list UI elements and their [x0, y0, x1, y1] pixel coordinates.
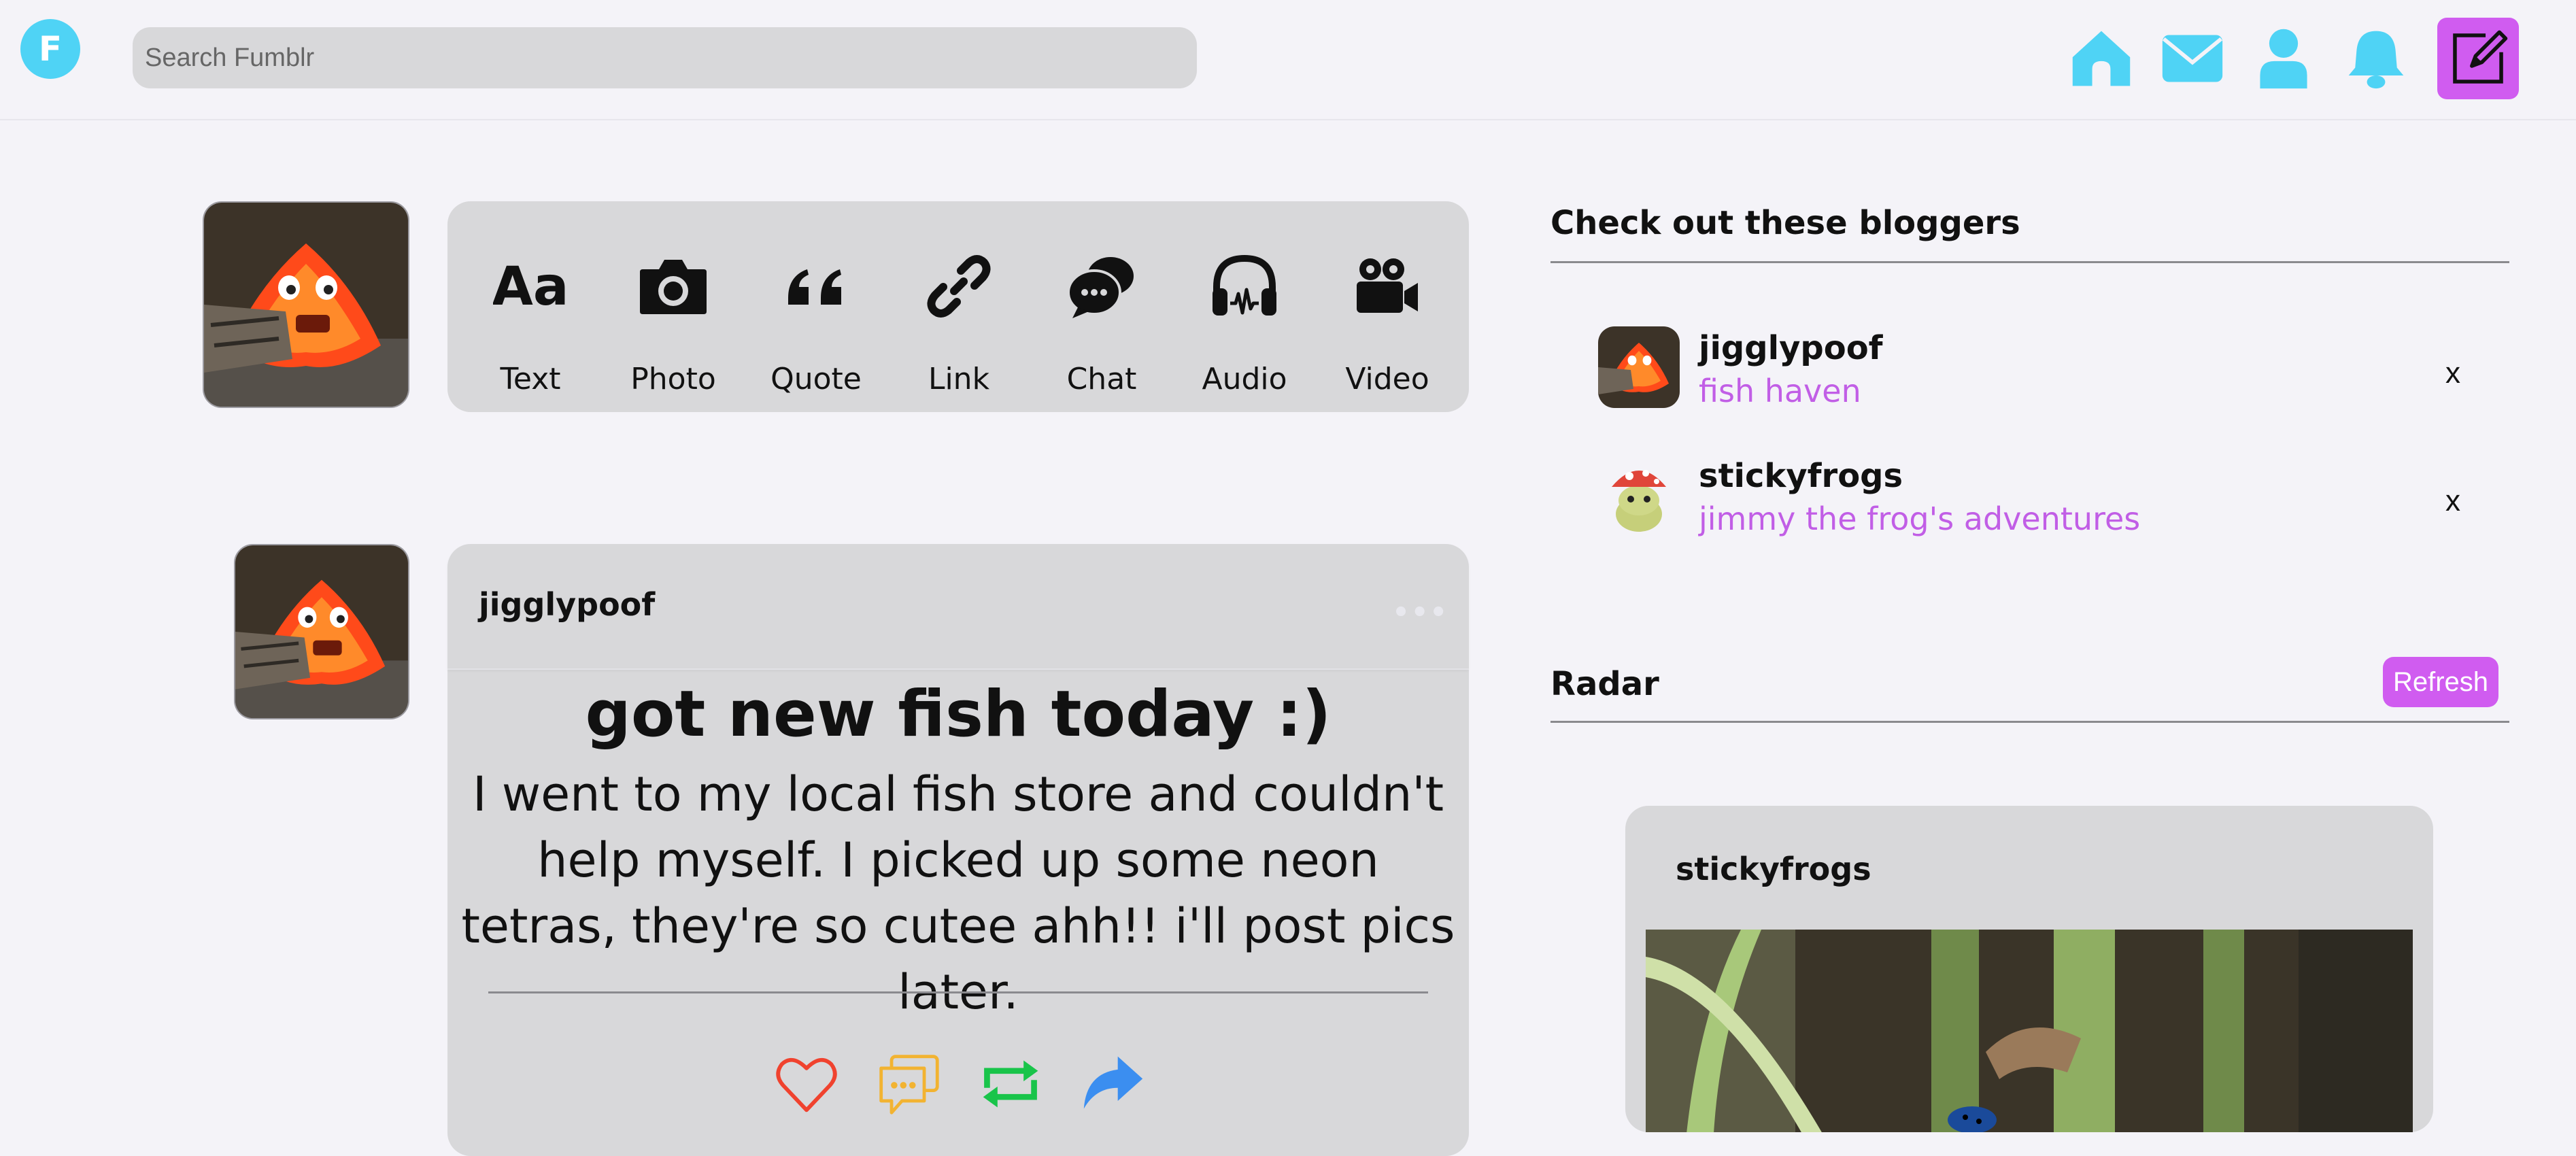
bloggers-divider [1550, 261, 2509, 263]
video-camera-icon [1350, 249, 1425, 324]
reblog-icon[interactable] [978, 1051, 1043, 1117]
post-header: jigglypoof ••• [447, 544, 1469, 670]
blogger-avatar[interactable] [1598, 326, 1680, 408]
headphones-icon [1207, 249, 1282, 324]
chat-icon [1064, 249, 1139, 324]
post-author-avatar[interactable] [234, 544, 409, 719]
user-icon[interactable] [2251, 26, 2316, 91]
svg-text:Aa: Aa [493, 256, 568, 318]
search-input[interactable] [133, 27, 1197, 88]
mail-icon[interactable] [2160, 26, 2225, 91]
post-type-text[interactable]: Aa Text [462, 201, 598, 412]
home-icon[interactable] [2069, 26, 2134, 91]
post-author-name[interactable]: jigglypoof [479, 586, 655, 623]
radar-divider [1550, 721, 2509, 723]
blogger-blog-title[interactable]: fish haven [1699, 373, 1861, 409]
dismiss-blogger-button[interactable]: x [2445, 356, 2460, 390]
more-options-button[interactable]: ••• [1392, 597, 1448, 628]
fumblr-logo[interactable]: F [20, 19, 80, 79]
bloggers-section-title: Check out these bloggers [1550, 204, 2020, 242]
text-icon: Aa [493, 249, 568, 324]
post-type-quote[interactable]: Quote [748, 201, 884, 412]
blogger-blog-title[interactable]: jimmy the frog's adventures [1699, 500, 2140, 537]
heart-icon[interactable] [774, 1051, 839, 1117]
compose-button[interactable] [2437, 18, 2519, 99]
user-avatar[interactable] [203, 201, 409, 408]
post-type-photo[interactable]: Photo [605, 201, 741, 412]
blogger-name[interactable]: stickyfrogs [1699, 457, 1903, 495]
post-type-audio[interactable]: Audio [1176, 201, 1312, 412]
post-title: got new fish today :) [585, 677, 1332, 751]
post-type-chat[interactable]: Chat [1034, 201, 1170, 412]
quote-icon [779, 249, 853, 324]
radar-section-title: Radar [1550, 665, 1659, 703]
dismiss-blogger-button[interactable]: x [2445, 484, 2460, 518]
post-card: jigglypoof ••• got new fish today :) I w… [447, 544, 1469, 1156]
radar-post-author[interactable]: stickyfrogs [1676, 851, 1871, 887]
blogger-name[interactable]: jigglypoof [1699, 329, 1883, 367]
post-type-link[interactable]: Link [891, 201, 1027, 412]
camera-icon [636, 249, 711, 324]
radar-post-image[interactable] [1646, 930, 2413, 1132]
bell-icon[interactable] [2343, 26, 2409, 91]
comment-icon[interactable] [876, 1051, 941, 1117]
blogger-avatar[interactable] [1598, 454, 1680, 536]
refresh-button[interactable]: Refresh [2383, 657, 2498, 707]
post-divider [488, 991, 1428, 993]
top-bar: F [0, 0, 2576, 120]
compose-icon [2453, 30, 2508, 84]
share-icon[interactable] [1080, 1051, 1145, 1117]
link-icon [921, 249, 996, 324]
radar-post-card: stickyfrogs [1625, 806, 2433, 1132]
post-type-panel: Aa Text Photo Quote Link Chat Audio Vide… [447, 201, 1469, 412]
post-type-video[interactable]: Video [1319, 201, 1455, 412]
post-body: I went to my local fish store and couldn… [461, 766, 1455, 1020]
